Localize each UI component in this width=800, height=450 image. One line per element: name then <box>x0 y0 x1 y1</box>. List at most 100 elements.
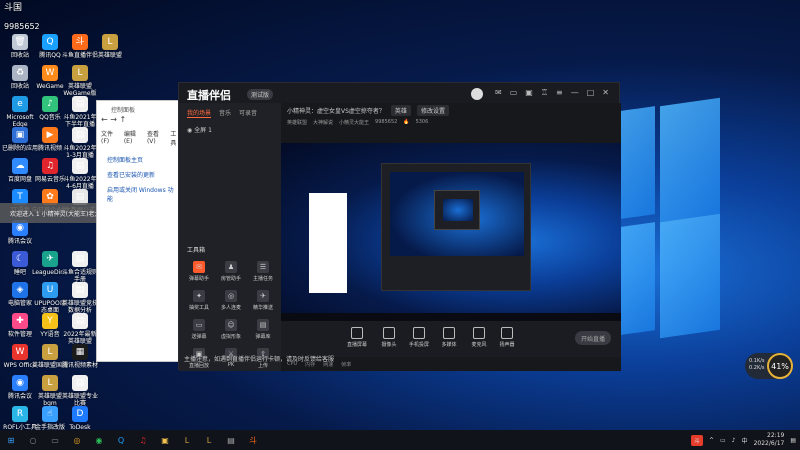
tool-item[interactable]: ✉ 弹幕助手 <box>183 261 215 282</box>
volume-icon[interactable]: ♪ <box>732 437 736 444</box>
tool-label: 弹幕库 <box>255 334 271 340</box>
control-mic[interactable]: 麦克风 <box>465 327 493 348</box>
mail-icon[interactable]: ✉ <box>495 88 502 100</box>
desktop-icon-label: 腾讯视频素材 <box>62 362 99 369</box>
start-live-button[interactable]: 开始直播 <box>575 331 611 345</box>
qq-task-icon[interactable]: Q <box>114 433 128 447</box>
gift-icon[interactable]: ▣ <box>525 88 533 100</box>
link-windows-features[interactable]: 启用或关闭 Windows 功能 <box>97 179 185 203</box>
app-icon: ☾ <box>12 251 28 267</box>
sub-info-1: 大神解说 <box>313 120 334 126</box>
network-icon[interactable]: ▭ <box>720 437 726 444</box>
baidu-pan-icon: ☁ <box>12 158 28 174</box>
doc-icon: ▤ <box>72 313 88 329</box>
control-screen[interactable]: 直播屏幕 <box>343 327 371 348</box>
tool-label: 直播回放 <box>188 363 209 369</box>
link-installed-updates[interactable]: 查看已安装的更新 <box>97 164 185 179</box>
windows-start-icon[interactable]: ⊞ <box>4 433 18 447</box>
tool-item[interactable]: ☰ 主播任务 <box>247 261 279 282</box>
danmaku-icon: ✉ <box>193 261 205 273</box>
push-icon: ✈ <box>257 290 269 302</box>
menu-icon[interactable]: ≡ <box>556 88 563 100</box>
shirt-icon[interactable]: ♖ <box>541 88 548 100</box>
app-notice: 主播注意，如遇到直播伴侣运行卡顿，请及时反馈给客服 <box>184 356 335 363</box>
doc-icon: ▤ <box>72 158 88 174</box>
tool-item[interactable]: ◎ 多人连麦 <box>215 290 247 311</box>
tool-label: 房管助手 <box>220 276 241 282</box>
tool-item[interactable]: ♟ 房管助手 <box>215 261 247 282</box>
notification-icon[interactable]: ▤ <box>790 437 796 444</box>
netease-task-icon[interactable]: ♫ <box>136 433 150 447</box>
stream-title[interactable]: 小精神灵：虚空女皇VS虚空掠夺者？ <box>287 106 385 115</box>
douyu-tray-icon[interactable]: 斗 <box>690 434 703 446</box>
manager-icon: ♟ <box>225 261 237 273</box>
clock[interactable]: 22:19 2022/6/17 <box>754 432 785 448</box>
tab-music[interactable]: 音乐 <box>219 108 231 118</box>
menu-file[interactable]: 文件(F) <box>101 129 119 147</box>
search-icon[interactable]: ○ <box>26 433 40 447</box>
pc-manager-icon: ◈ <box>12 282 28 298</box>
desktop-icon-label: 斗鱼2022年1-3月直播 <box>63 145 97 159</box>
up-arrow-icon[interactable]: ↑ <box>120 115 127 124</box>
control-camera[interactable]: 摄像头 <box>375 327 403 348</box>
back-arrow-icon[interactable]: ← <box>101 115 108 124</box>
explorer-menu[interactable]: 文件(F) 编辑(E) 查看(V) 工具 <box>97 127 185 149</box>
toolbox-title: 工具箱 <box>187 247 206 254</box>
wps-icon: W <box>12 344 28 360</box>
phone-cast-icon <box>413 327 425 339</box>
category-chip[interactable]: 英雄 <box>390 104 411 116</box>
lol-task-icon[interactable]: L <box>180 433 194 447</box>
wegame-icon: W <box>42 65 58 81</box>
douyu-task-icon[interactable]: 斗 <box>246 433 260 447</box>
eye-icon[interactable]: ◉ <box>187 127 192 134</box>
edit-chip[interactable]: 修改设置 <box>416 104 449 116</box>
menu-view[interactable]: 查看(V) <box>147 129 165 147</box>
scene-item[interactable]: ◉ 全屏 1 <box>179 123 281 136</box>
folder-task-icon[interactable]: ▣ <box>158 433 172 447</box>
close-icon[interactable]: ✕ <box>602 88 609 100</box>
tab-my-scene[interactable]: 我的场景 <box>187 108 212 118</box>
taskview-icon[interactable]: ▭ <box>48 433 62 447</box>
link-control-panel-home[interactable]: 控制面板主页 <box>97 149 185 164</box>
desktop-icon-label: 英雄联盟竞技数据分析 <box>62 300 99 314</box>
control-label: 多媒体 <box>441 342 457 348</box>
tool-label: 主播任务 <box>252 276 273 282</box>
control-speaker[interactable]: 扬声器 <box>493 327 521 348</box>
app-title-bar[interactable]: 直播伴侣 测试版 ✉ ▭ ▣ ♖ ≡ — □ ✕ <box>179 83 619 103</box>
chat-icon[interactable]: ▭ <box>510 88 518 100</box>
explorer-nav[interactable]: ← → ↑ <box>97 115 185 127</box>
clock-time: 22:19 <box>767 432 785 439</box>
minimize-icon[interactable]: — <box>571 88 579 100</box>
tool-item[interactable]: ▤ 弹幕库 <box>247 319 279 340</box>
avatar[interactable] <box>471 88 484 100</box>
tool-item[interactable]: ☺ 虚拟形象 <box>215 319 247 340</box>
todesk-icon: D <box>72 406 88 422</box>
explorer-task-icon[interactable]: ▤ <box>224 433 238 447</box>
yy-icon: Y <box>42 313 58 329</box>
control-media[interactable]: 多媒体 <box>435 327 463 348</box>
tool-item[interactable]: ✦ 抽奖工具 <box>183 290 215 311</box>
forward-arrow-icon[interactable]: → <box>110 115 117 124</box>
lol2-task-icon[interactable]: L <box>202 433 216 447</box>
avatar-tool-icon: ☺ <box>225 319 237 331</box>
live-companion-window[interactable]: 直播伴侣 测试版 ✉ ▭ ▣ ♖ ≡ — □ ✕ 我的场景 音乐 可录音 ◉ 全… <box>178 82 621 371</box>
chrome-icon[interactable]: ◎ <box>70 433 84 447</box>
taskbar: ⊞ ○ ▭ ◎ ◉ Q ♫ ▣ L L ▤ 斗 斗 ^ ▭ ♪ 中 22:19 2022/6/17 ▤ <box>0 430 800 450</box>
desktop-icon-label: 英雄联盟专业比赛 <box>62 393 99 407</box>
recycle-bin-icon: 🗑 <box>12 34 28 50</box>
tool-item[interactable]: ✈ 精华推送 <box>247 290 279 311</box>
control-panel-window[interactable]: 控制面板 ← → ↑ 文件(F) 编辑(E) 查看(V) 工具 控制面板主页 查… <box>96 100 186 362</box>
net-stat: 0.1K/s 0.2K/s <box>749 358 765 372</box>
tool-item[interactable]: ▭ 送弹幕 <box>183 319 215 340</box>
tab-record[interactable]: 可录音 <box>239 108 257 118</box>
ime-icon[interactable]: 中 <box>742 436 748 445</box>
speed-ball[interactable]: 0.1K/s 0.2K/s 41% <box>745 353 793 379</box>
maximize-icon[interactable]: □ <box>587 88 595 100</box>
sub-info-2: 小精灵大能王 <box>339 120 370 126</box>
menu-edit[interactable]: 编辑(E) <box>124 129 142 147</box>
control-phone-cast[interactable]: 手机投屏 <box>405 327 433 348</box>
chevron-up-icon[interactable]: ^ <box>709 437 714 444</box>
source-controls: 开始直播 直播屏幕 摄像头 手机投屏 多媒体 麦克风 扬声器 <box>281 321 621 357</box>
wechat-icon[interactable]: ◉ <box>92 433 106 447</box>
stream-preview[interactable] <box>281 143 621 321</box>
